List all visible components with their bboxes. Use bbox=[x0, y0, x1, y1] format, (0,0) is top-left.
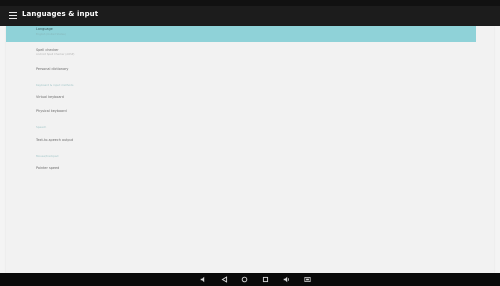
settings-list: Language English (United States) Spell c… bbox=[6, 26, 494, 273]
setting-tts-output[interactable]: Text-to-speech output bbox=[6, 136, 476, 150]
setting-label: Text-to-speech output bbox=[36, 138, 74, 142]
recents-icon[interactable] bbox=[262, 276, 269, 283]
setting-label: Pointer speed bbox=[36, 166, 60, 170]
setting-label: Physical keyboard bbox=[36, 109, 67, 113]
screenshot-icon[interactable] bbox=[304, 276, 311, 283]
section-header-keyboard: Keyboard & input methods bbox=[36, 83, 74, 87]
status-icons bbox=[3, 1, 11, 16]
home-icon[interactable] bbox=[241, 276, 248, 283]
back-icon[interactable] bbox=[221, 276, 228, 283]
section-header-speech: Speech bbox=[36, 125, 47, 129]
setting-language[interactable]: Language English (United States) bbox=[6, 26, 476, 42]
menu-icon[interactable] bbox=[9, 12, 17, 19]
setting-personal-dictionary[interactable]: Personal dictionary bbox=[6, 65, 476, 79]
setting-label: Language bbox=[36, 27, 53, 31]
setting-pointer-speed[interactable]: Pointer speed bbox=[6, 164, 476, 178]
setting-physical-keyboard[interactable]: Physical keyboard bbox=[6, 107, 476, 121]
setting-summary: English (United States) bbox=[36, 33, 66, 36]
app-bar: Languages & input bbox=[0, 6, 500, 26]
section-header-mouse: Mouse/trackpad bbox=[36, 154, 59, 158]
volume-up-icon[interactable] bbox=[283, 276, 290, 283]
setting-label: Personal dictionary bbox=[36, 67, 69, 71]
setting-label: Spell checker bbox=[36, 48, 59, 52]
setting-summary: Android Spell Checker (AOSP) bbox=[36, 53, 75, 56]
setting-spell-checker[interactable]: Spell checker Android Spell Checker (AOS… bbox=[6, 46, 476, 60]
setting-virtual-keyboard[interactable]: Virtual keyboard bbox=[6, 93, 476, 107]
setting-label: Virtual keyboard bbox=[36, 95, 64, 99]
page-title: Languages & input bbox=[22, 10, 99, 18]
navigation-bar bbox=[0, 273, 500, 286]
volume-down-icon[interactable] bbox=[200, 276, 207, 283]
